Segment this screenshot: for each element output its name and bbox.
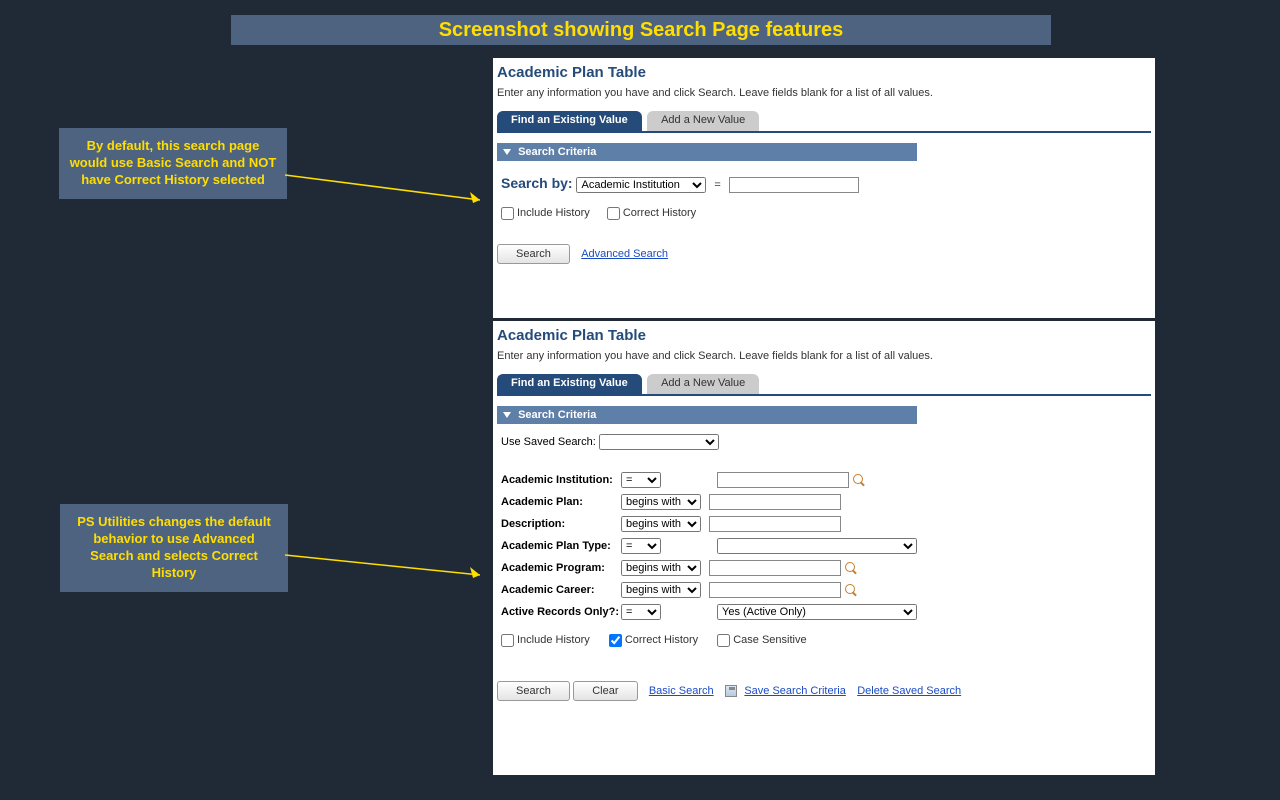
page-title: Academic Plan Table	[493, 58, 1155, 83]
saved-search-select[interactable]	[599, 434, 719, 450]
search-by-input[interactable]	[729, 177, 859, 193]
operator-select[interactable]: =	[621, 472, 661, 488]
include-history-label[interactable]: Include History	[501, 634, 590, 646]
advanced-search-panel: Academic Plan Table Enter any informatio…	[493, 321, 1155, 775]
operator-select[interactable]: begins with	[621, 582, 701, 598]
instructions-text: Enter any information you have and click…	[493, 83, 1155, 111]
field-label: Academic Career:	[501, 584, 621, 596]
search-button[interactable]: Search	[497, 681, 570, 701]
operator-select[interactable]: =	[621, 538, 661, 554]
search-by-label: Search by:	[501, 175, 573, 191]
include-history-checkbox[interactable]	[501, 207, 514, 220]
advanced-search-link[interactable]: Advanced Search	[581, 248, 668, 260]
tabs-row: Find an Existing Value Add a New Value	[497, 374, 1151, 396]
saved-search-label: Use Saved Search:	[501, 436, 596, 448]
expand-collapse-icon	[503, 412, 511, 418]
search-by-row: Search by: Academic Institution =	[501, 175, 1147, 193]
arrow-icon	[280, 545, 500, 585]
tab-find-existing[interactable]: Find an Existing Value	[497, 111, 642, 131]
row-academic-institution: Academic Institution: =	[501, 472, 1147, 488]
value-input[interactable]	[717, 472, 849, 488]
operator-select[interactable]: begins with	[621, 494, 701, 510]
lookup-icon[interactable]	[845, 562, 858, 575]
operator-select[interactable]: begins with	[621, 560, 701, 576]
expand-collapse-icon	[503, 149, 511, 155]
save-search-link[interactable]: Save Search Criteria	[744, 685, 846, 697]
include-history-label[interactable]: Include History	[501, 207, 590, 219]
equals-label: =	[714, 179, 720, 191]
clear-button[interactable]: Clear	[573, 681, 637, 701]
instructions-text: Enter any information you have and click…	[493, 346, 1155, 374]
field-label: Active Records Only?:	[501, 606, 621, 618]
page-title: Academic Plan Table	[493, 321, 1155, 346]
value-input[interactable]	[709, 494, 841, 510]
tabs-row: Find an Existing Value Add a New Value	[497, 111, 1151, 133]
value-input[interactable]	[709, 560, 841, 576]
saved-search-row: Use Saved Search:	[501, 434, 1147, 450]
button-row: Search Clear Basic Search Save Search Cr…	[497, 681, 1151, 701]
basic-search-link[interactable]: Basic Search	[649, 685, 714, 697]
criteria-header-label: Search Criteria	[518, 146, 596, 158]
row-active-records: Active Records Only?: = Yes (Active Only…	[501, 604, 1147, 620]
save-icon	[725, 685, 737, 697]
operator-select[interactable]: =	[621, 604, 661, 620]
value-input[interactable]	[709, 582, 841, 598]
tab-find-existing[interactable]: Find an Existing Value	[497, 374, 642, 394]
value-select[interactable]	[717, 538, 917, 554]
lookup-icon[interactable]	[853, 474, 866, 487]
search-criteria-header[interactable]: Search Criteria	[497, 406, 917, 424]
value-select[interactable]: Yes (Active Only)	[717, 604, 917, 620]
callout-utilities-behavior: PS Utilities changes the default behavio…	[60, 504, 288, 592]
case-sensitive-checkbox[interactable]	[717, 634, 730, 647]
row-academic-plan-type: Academic Plan Type: =	[501, 538, 1147, 554]
history-checks-row: Include History Correct History	[501, 207, 1147, 220]
field-label: Academic Plan Type:	[501, 540, 621, 552]
correct-history-label[interactable]: Correct History	[607, 207, 696, 219]
delete-saved-search-link[interactable]: Delete Saved Search	[857, 685, 961, 697]
row-description: Description: begins with	[501, 516, 1147, 532]
include-history-checkbox[interactable]	[501, 634, 514, 647]
search-criteria-header[interactable]: Search Criteria	[497, 143, 917, 161]
arrow-icon	[280, 160, 500, 210]
correct-history-checkbox[interactable]	[609, 634, 622, 647]
criteria-header-label: Search Criteria	[518, 409, 596, 421]
lookup-icon[interactable]	[845, 584, 858, 597]
callout-default-behavior: By default, this search page would use B…	[59, 128, 287, 199]
case-sensitive-label[interactable]: Case Sensitive	[717, 634, 806, 646]
history-checks-row: Include History Correct History Case Sen…	[501, 634, 1147, 647]
value-input[interactable]	[709, 516, 841, 532]
basic-search-panel: Academic Plan Table Enter any informatio…	[493, 58, 1155, 318]
search-button[interactable]: Search	[497, 244, 570, 264]
correct-history-checkbox[interactable]	[607, 207, 620, 220]
field-label: Academic Institution:	[501, 474, 621, 486]
row-academic-career: Academic Career: begins with	[501, 582, 1147, 598]
operator-select[interactable]: begins with	[621, 516, 701, 532]
tab-add-new[interactable]: Add a New Value	[647, 111, 759, 131]
field-label: Academic Plan:	[501, 496, 621, 508]
row-academic-program: Academic Program: begins with	[501, 560, 1147, 576]
field-label: Academic Program:	[501, 562, 621, 574]
page-main-title: Screenshot showing Search Page features	[231, 15, 1051, 45]
search-by-select[interactable]: Academic Institution	[576, 177, 706, 193]
field-label: Description:	[501, 518, 621, 530]
correct-history-label[interactable]: Correct History	[609, 634, 698, 646]
row-academic-plan: Academic Plan: begins with	[501, 494, 1147, 510]
tab-add-new[interactable]: Add a New Value	[647, 374, 759, 394]
button-row: Search Advanced Search	[497, 244, 1151, 264]
